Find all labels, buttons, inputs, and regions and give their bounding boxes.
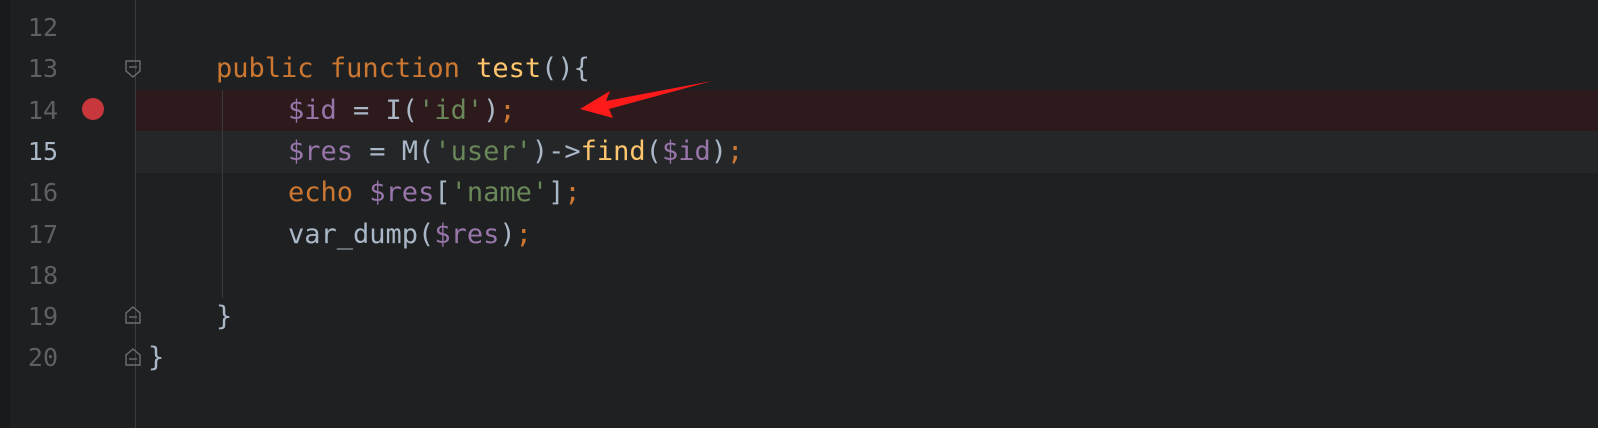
code-line[interactable]	[0, 255, 1598, 297]
fold-marker-icon[interactable]	[125, 348, 141, 366]
code-token: (){	[541, 53, 590, 84]
code-token: ;	[726, 136, 744, 167]
line-number: 12	[27, 13, 58, 42]
line-number: 18	[27, 261, 58, 290]
code-token: test	[476, 53, 542, 84]
code-token: )	[499, 219, 516, 250]
breakpoint-icon[interactable]	[82, 98, 104, 120]
code-token: [	[434, 177, 451, 208]
arrow-annotation-icon	[580, 81, 712, 118]
line-number: 14	[27, 96, 58, 125]
code-token: ;	[564, 177, 581, 208]
fold-marker-icon[interactable]	[125, 306, 141, 324]
code-token: ]	[548, 177, 565, 208]
code-token: ;	[499, 95, 516, 126]
code-token: find	[580, 136, 646, 167]
code-token: $id	[288, 95, 337, 126]
code-token: )	[710, 136, 727, 167]
code-line[interactable]	[0, 337, 1598, 379]
code-token: )->	[531, 136, 581, 167]
line-number: 13	[27, 54, 58, 83]
line-number: 17	[27, 220, 58, 249]
code-line[interactable]	[0, 214, 1598, 256]
code-token: )	[483, 95, 500, 126]
code-token: = M(	[353, 136, 435, 167]
code-token: 'id'	[418, 95, 484, 126]
code-token: echo	[288, 177, 354, 208]
code-token: 'name'	[450, 177, 549, 208]
code-token: function	[329, 53, 460, 84]
code-token: $res	[434, 219, 500, 250]
line-number: 15	[27, 137, 58, 166]
fold-marker-icon[interactable]	[125, 60, 141, 78]
code-text[interactable]: public function test(){	[216, 48, 590, 90]
code-token: = I(	[336, 95, 419, 126]
code-token: }	[148, 342, 165, 373]
code-token: $id	[661, 136, 711, 167]
code-token: 'user'	[434, 136, 532, 167]
code-text[interactable]: echo $res['name'];	[288, 172, 581, 214]
code-line[interactable]	[0, 7, 1598, 49]
code-token: public	[216, 53, 314, 84]
code-token: }	[216, 301, 233, 332]
code-text[interactable]: var_dump($res);	[288, 214, 532, 256]
code-token: $res	[369, 177, 435, 208]
line-number: 16	[27, 178, 58, 207]
code-text[interactable]: $id = I('id');	[288, 90, 516, 132]
code-token: (	[645, 136, 662, 167]
line-number: 19	[27, 302, 58, 331]
code-editor[interactable]: 12 13 public function test(){ 14 $id = I('id…	[0, 0, 1598, 428]
code-line[interactable]	[0, 172, 1598, 214]
code-text[interactable]: }	[216, 296, 232, 338]
code-text[interactable]: }	[148, 337, 164, 379]
code-text[interactable]: $res = M('user')->find($id);	[288, 131, 743, 173]
code-token: $res	[288, 136, 354, 167]
indent-guide	[222, 90, 223, 298]
code-token: ;	[515, 219, 532, 250]
code-line[interactable]	[0, 296, 1598, 338]
line-number: 20	[27, 343, 58, 372]
code-token: var_dump(	[288, 219, 435, 250]
